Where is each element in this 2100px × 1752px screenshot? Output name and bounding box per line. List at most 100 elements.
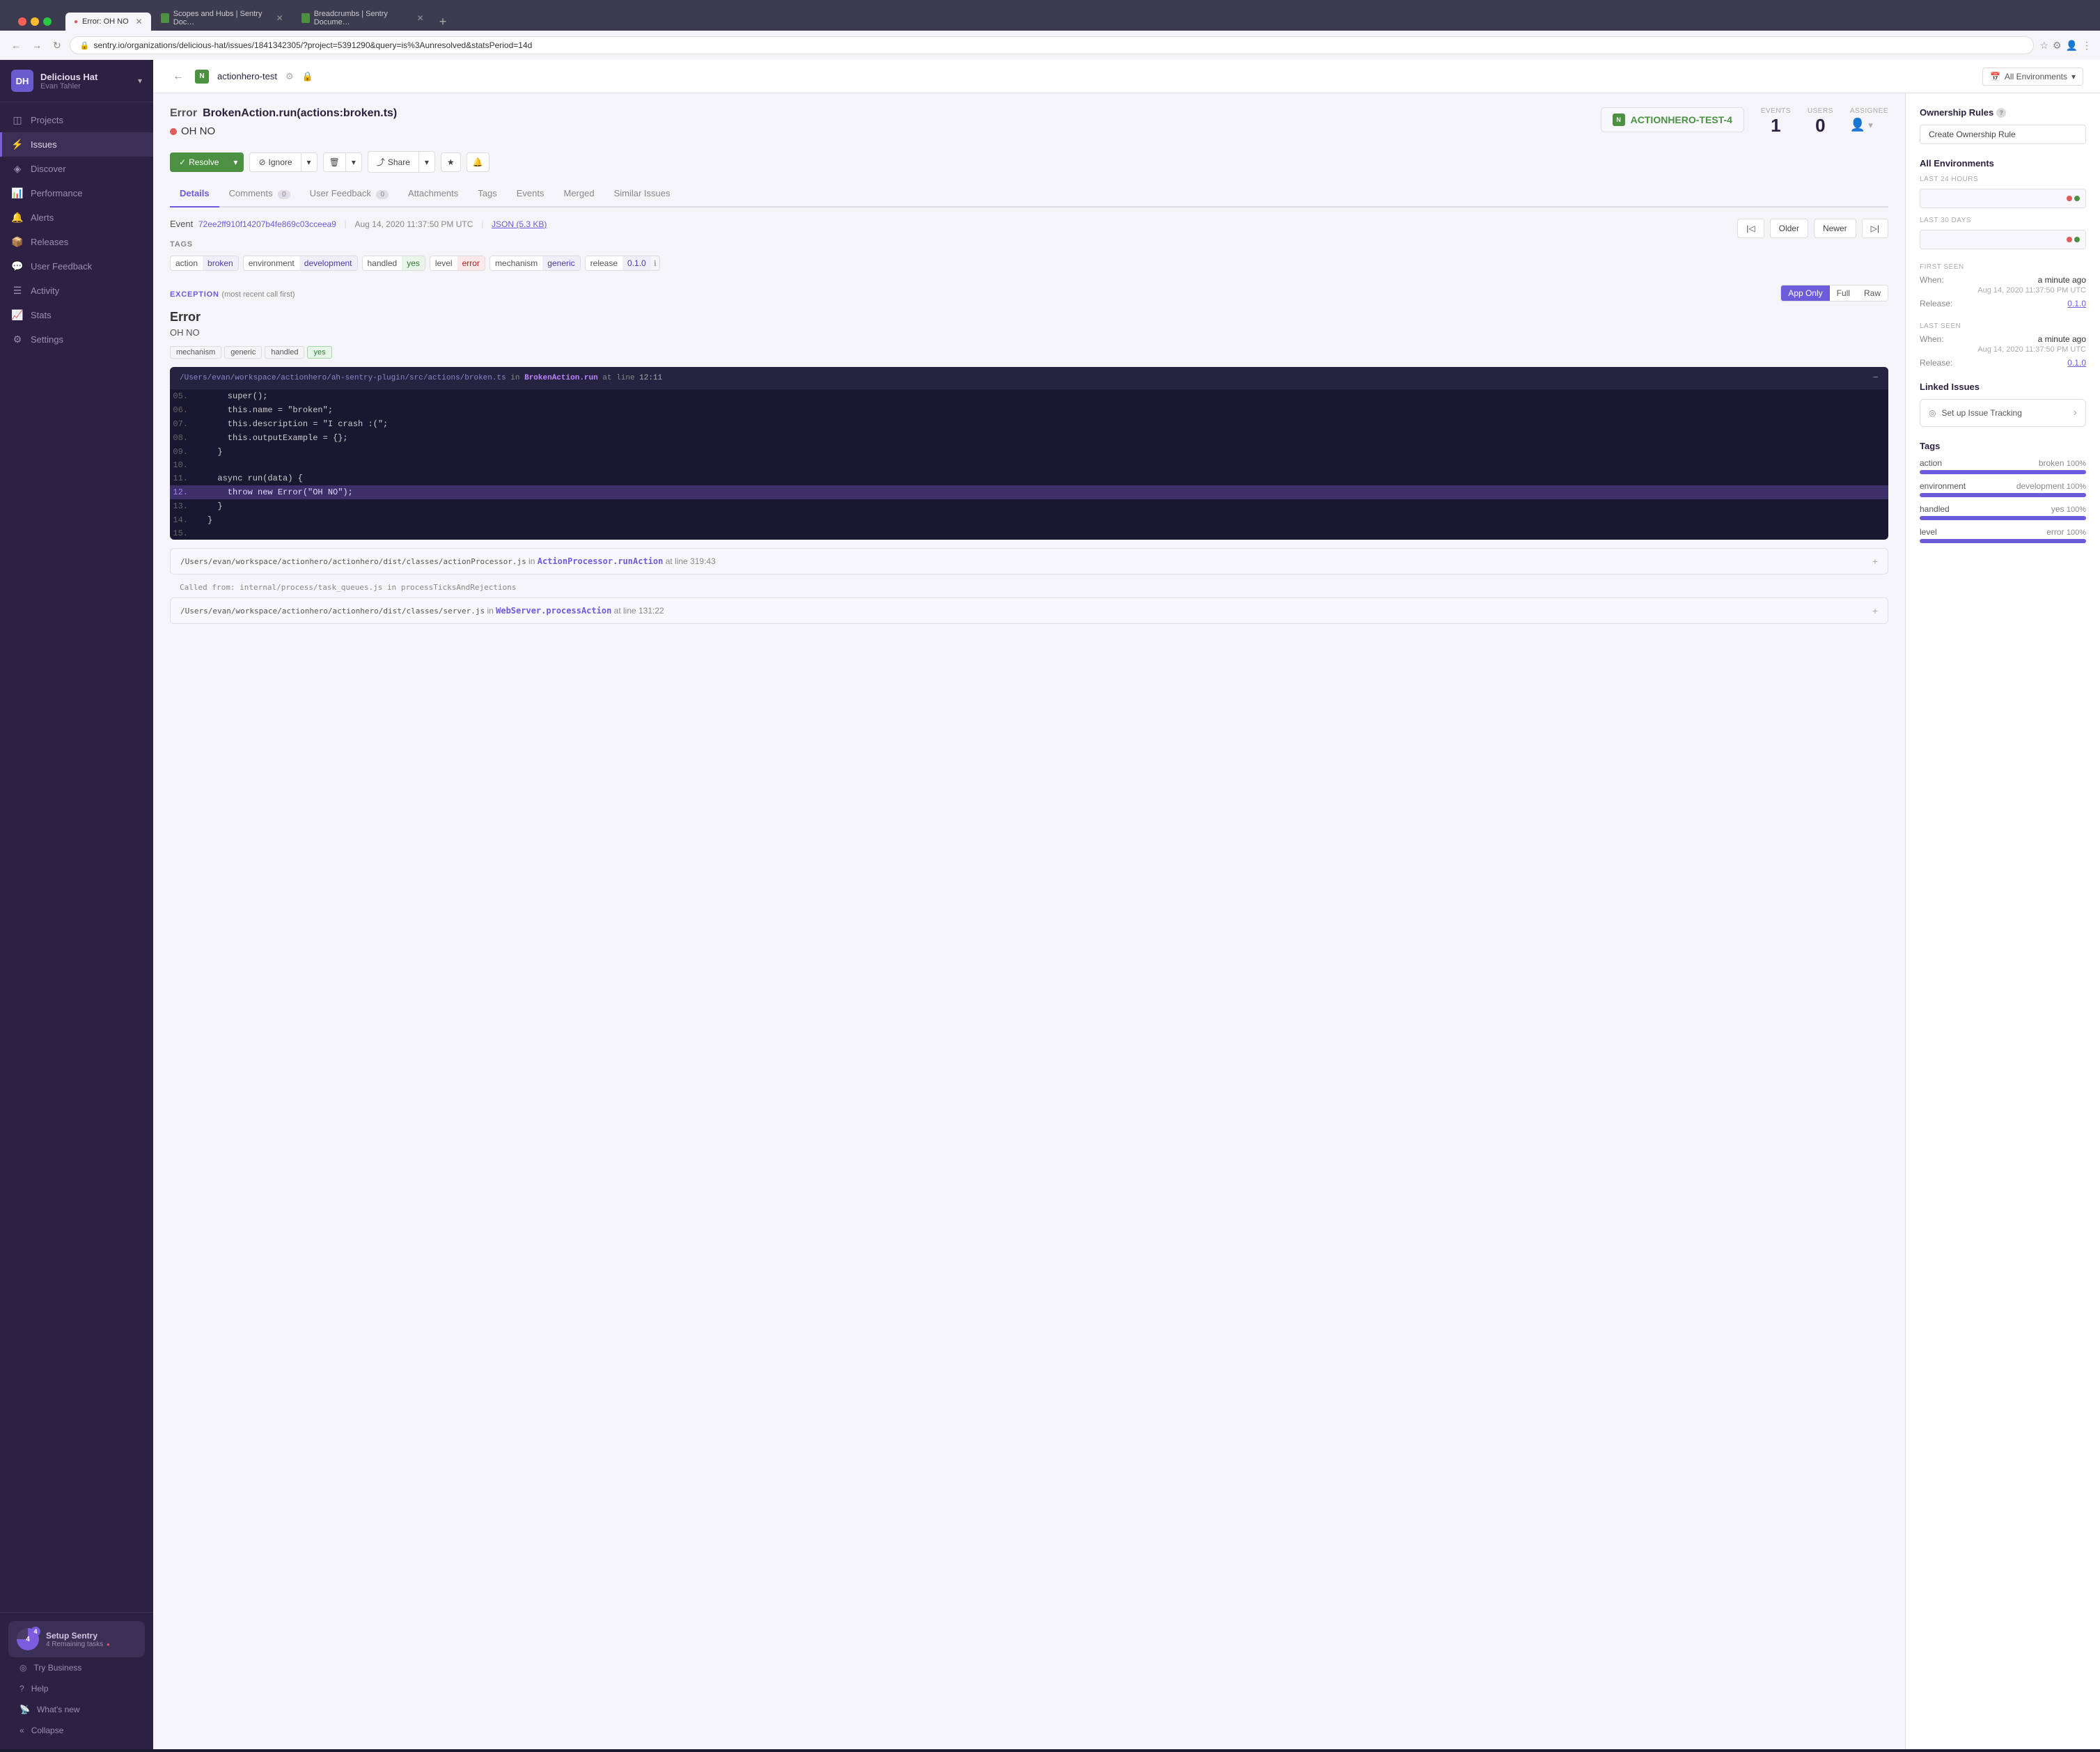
collapsed-stack-frame-1[interactable]: /Users/evan/workspace/actionhero/actionh… (170, 548, 1888, 574)
tags-area: action broken environment development ha… (170, 256, 1888, 271)
ignore-split-button: ⊘ Ignore ▾ (249, 152, 317, 172)
tag-row-environment: environment development 100% (1920, 481, 2086, 497)
back-to-issues-button[interactable]: ← (170, 68, 187, 86)
tab-attachments[interactable]: Attachments (398, 181, 468, 208)
event-id-link[interactable]: 72ee2ff910f14207b4fe869c03cceea9 (198, 219, 336, 229)
events-value: 1 (1761, 115, 1791, 136)
whats-new-icon: 📡 (19, 1705, 30, 1714)
sidebar-link-help[interactable]: ? Help (8, 1678, 145, 1699)
environment-selector[interactable]: 📅 All Environments ▾ (1982, 68, 2083, 86)
exception-header: EXCEPTION (most recent call first) App O… (170, 285, 1888, 302)
sidebar-item-discover[interactable]: ◈ Discover (0, 157, 153, 181)
tab-close-3[interactable]: ✕ (417, 13, 424, 23)
stack-tag-mechanism[interactable]: mechanism (170, 346, 221, 359)
org-selector[interactable]: DH Delicious Hat Evan Tahler ▾ (0, 60, 153, 102)
traffic-light-close[interactable] (18, 17, 26, 26)
last24-chart (1920, 189, 2086, 208)
code-collapse-button[interactable]: − (1873, 373, 1879, 384)
bookmark-button[interactable]: ☆ (2039, 40, 2048, 52)
release-info-icon[interactable]: ℹ (651, 259, 659, 268)
back-button[interactable]: ← (8, 37, 24, 54)
sidebar-link-collapse[interactable]: « Collapse (8, 1720, 145, 1741)
stack-tag-handled-val[interactable]: yes (307, 346, 331, 359)
share-button[interactable]: ⤴ Share (368, 151, 418, 173)
tag-key-handled: handled (1920, 504, 1950, 514)
stack-expand-2[interactable]: + (1872, 605, 1878, 616)
stack-expand-1[interactable]: + (1872, 556, 1878, 567)
traffic-light-minimize[interactable] (31, 17, 39, 26)
collapsed-stack-frame-2[interactable]: /Users/evan/workspace/actionhero/actionh… (170, 597, 1888, 624)
setup-sentry-card[interactable]: 4 4 Setup Sentry 4 Remaining tasks ● (8, 1621, 145, 1657)
notifications-button[interactable]: 🔔 (467, 152, 489, 172)
extensions-button[interactable]: ⚙ (2053, 40, 2062, 52)
event-nav-newer[interactable]: Newer (1814, 219, 1856, 238)
tab-close-1[interactable]: ✕ (136, 17, 143, 26)
sidebar-item-stats[interactable]: 📈 Stats (0, 303, 153, 327)
sidebar-item-user-feedback[interactable]: 💬 User Feedback (0, 254, 153, 279)
ownership-info-icon[interactable]: ? (1996, 108, 2006, 118)
tab-close-2[interactable]: ✕ (276, 13, 283, 23)
forward-button[interactable]: → (29, 37, 45, 54)
project-lock-icon: 🔒 (302, 71, 313, 82)
tag-val-action: broken 100% (2039, 458, 2086, 468)
browser-tab-3[interactable]: Breadcrumbs | Sentry Docume… ✕ (293, 6, 432, 31)
sidebar-item-releases[interactable]: 📦 Releases (0, 230, 153, 254)
first-seen-release-link[interactable]: 0.1.0 (2067, 299, 2086, 308)
sidebar-link-try-business[interactable]: ◎ Try Business (8, 1657, 145, 1678)
event-nav-older[interactable]: Older (1770, 219, 1808, 238)
resolve-dropdown-button[interactable]: ▾ (227, 152, 244, 172)
events-label: EVENTS (1761, 107, 1791, 115)
event-nav-start[interactable]: |◁ (1737, 219, 1764, 238)
sidebar-item-activity[interactable]: ☰ Activity (0, 279, 153, 303)
view-full-button[interactable]: Full (1830, 286, 1857, 301)
called-from: Called from: internal/process/task_queue… (170, 580, 1888, 597)
sidebar-item-alerts[interactable]: 🔔 Alerts (0, 205, 153, 230)
tab-tags[interactable]: Tags (468, 181, 506, 208)
ignore-button[interactable]: ⊘ Ignore (249, 152, 300, 172)
tag-bar-handled (1920, 516, 2086, 520)
resolve-button[interactable]: ✓ Resolve (170, 152, 227, 172)
tab-events[interactable]: Events (507, 181, 554, 208)
profile-button[interactable]: 👤 (2066, 40, 2078, 52)
view-raw-button[interactable]: Raw (1857, 286, 1888, 301)
url-bar[interactable]: 🔒 sentry.io/organizations/delicious-hat/… (70, 36, 2035, 54)
set-up-issue-tracking-button[interactable]: ◎ Set up Issue Tracking › (1920, 399, 2086, 427)
sidebar-label-stats: Stats (31, 310, 52, 320)
tag-row-action: action broken 100% (1920, 458, 2086, 474)
event-json-link[interactable]: JSON (5.3 KB) (492, 219, 547, 229)
create-ownership-rule-button[interactable]: Create Ownership Rule (1920, 125, 2086, 144)
delete-button[interactable]: 🗑 (323, 152, 345, 172)
star-button[interactable]: ★ (441, 152, 461, 172)
tab-details[interactable]: Details (170, 181, 219, 208)
tab-user-feedback[interactable]: User Feedback 0 (300, 181, 398, 208)
sidebar-item-issues[interactable]: ⚡ Issues (0, 132, 153, 157)
delete-dropdown-button[interactable]: ▾ (345, 152, 362, 172)
sidebar-item-settings[interactable]: ⚙ Settings (0, 327, 153, 352)
view-app-only-button[interactable]: App Only (1781, 286, 1829, 301)
menu-button[interactable]: ⋮ (2082, 40, 2092, 52)
error-message: OH NO (170, 327, 1888, 338)
tab-merged[interactable]: Merged (554, 181, 604, 208)
project-name: actionhero-test (217, 71, 277, 81)
assignee-dropdown[interactable]: ▾ (1868, 120, 1873, 131)
browser-tab-2[interactable]: Scopes and Hubs | Sentry Doc… ✕ (152, 6, 292, 31)
traffic-light-maximize[interactable] (43, 17, 52, 26)
sidebar-item-performance[interactable]: 📊 Performance (0, 181, 153, 205)
project-gear-icon[interactable]: ⚙ (285, 71, 294, 82)
browser-tab-active[interactable]: ● Error: OH NO ✕ (65, 13, 151, 31)
share-dropdown-button[interactable]: ▾ (418, 151, 435, 173)
code-line-14: 14. } (170, 513, 1888, 527)
sidebar-link-whats-new[interactable]: 📡 What's new (8, 1699, 145, 1720)
reload-button[interactable]: ↻ (50, 37, 64, 54)
ignore-dropdown-button[interactable]: ▾ (301, 152, 318, 172)
stack-tag-generic[interactable]: generic (224, 346, 262, 359)
tab-comments[interactable]: Comments 0 (219, 181, 300, 208)
sidebar-item-projects[interactable]: ◫ Projects (0, 108, 153, 132)
event-nav-end[interactable]: ▷| (1862, 219, 1888, 238)
first-seen-when-row: When: a minute ago (1920, 275, 2086, 285)
last-seen-release-link[interactable]: 0.1.0 (2067, 358, 2086, 368)
new-tab-button[interactable]: + (434, 13, 453, 31)
issue-title-row: Error BrokenAction.run(actions:broken.ts… (170, 107, 397, 120)
tab-similar-issues[interactable]: Similar Issues (604, 181, 680, 208)
tab-label-3: Breadcrumbs | Sentry Docume… (314, 10, 410, 26)
